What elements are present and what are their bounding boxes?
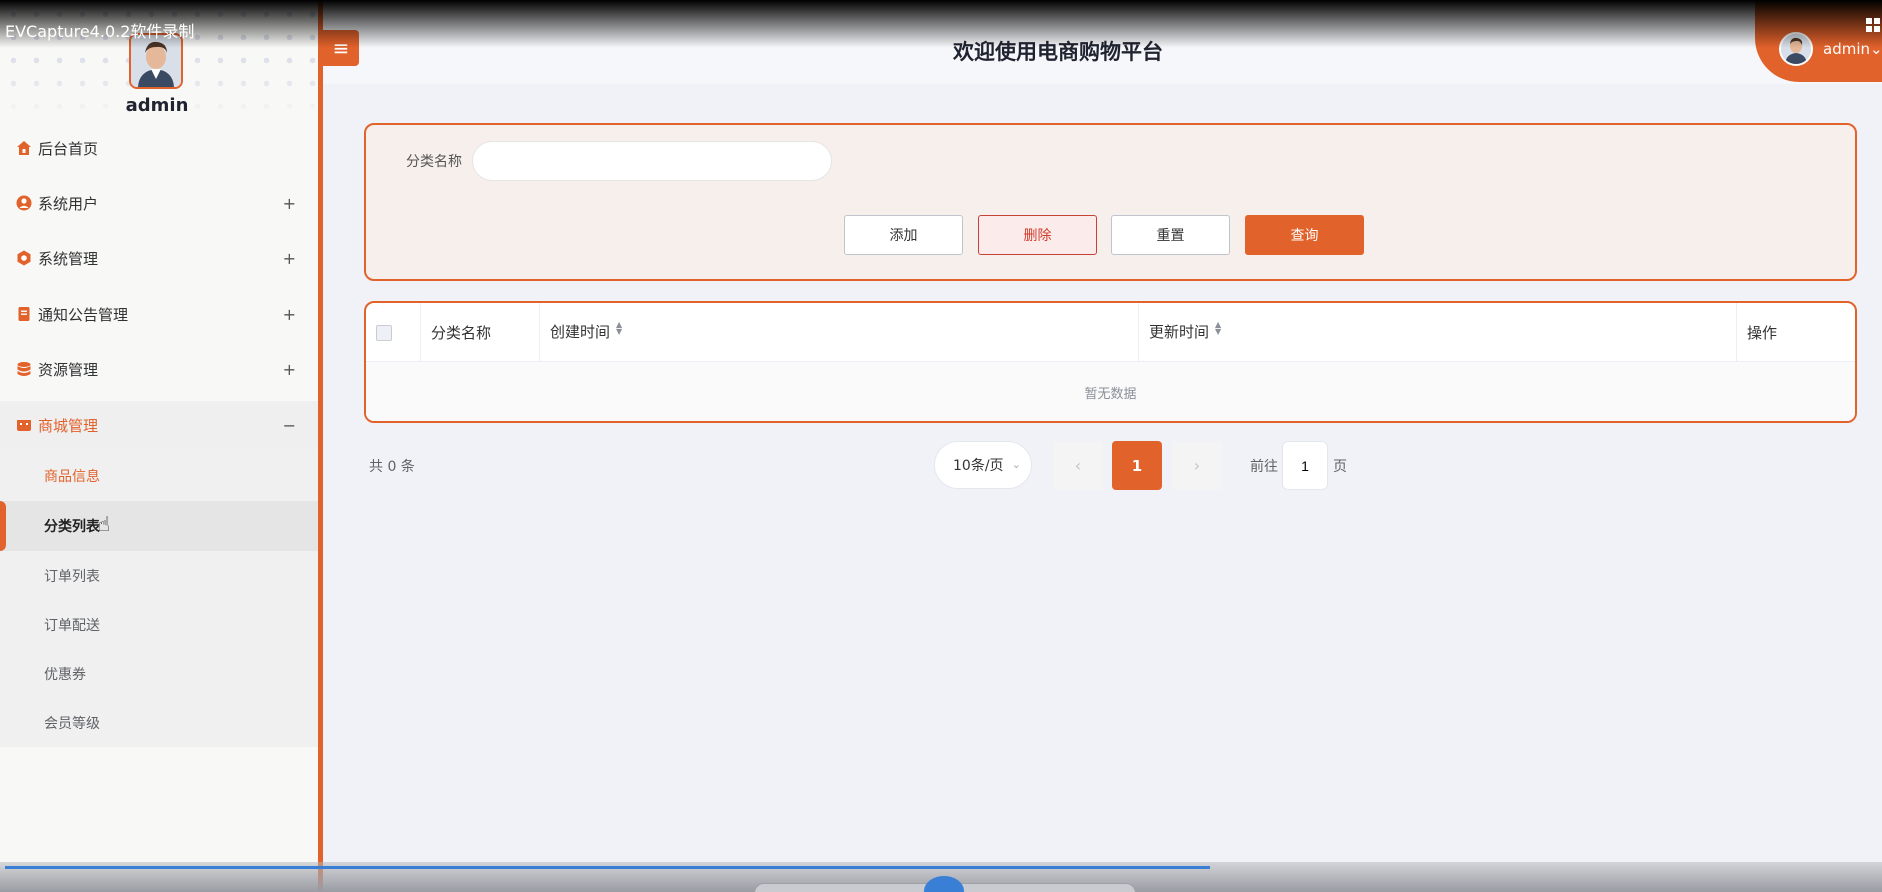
category-table: 分类名称 创建时间 ▲ ▼ 更新时间 ▲ ▼ 操作 暂无数据: [364, 301, 1857, 423]
page-number-button[interactable]: 1: [1112, 441, 1162, 490]
gear-icon: [16, 250, 32, 266]
empty-state: 暂无数据: [366, 362, 1855, 421]
sidebar-item-mall[interactable]: 商城管理 −: [0, 401, 318, 449]
sidebar: admin 后台首页 系统用户 + 系统管理 + 通知公告管理 + 资源管理 +: [0, 0, 318, 892]
chevron-down-icon: ⌄: [1011, 458, 1021, 471]
submenu-item-orders[interactable]: 订单列表: [0, 551, 318, 601]
column-header-category-name: 分类名称: [421, 303, 540, 362]
header-username: admin⌄: [1823, 40, 1882, 58]
delete-button[interactable]: 删除: [978, 215, 1097, 255]
page-size-select[interactable]: 10条/页 ⌄: [934, 441, 1032, 489]
search-panel: 分类名称 添加 删除 重置 查询: [364, 123, 1857, 281]
goto-page-input[interactable]: [1282, 441, 1328, 490]
category-name-input[interactable]: [472, 141, 832, 181]
shop-icon: [16, 417, 32, 433]
submenu-item-delivery[interactable]: 订单配送: [0, 600, 318, 650]
home-icon: [16, 140, 32, 156]
user-menu[interactable]: admin⌄: [1755, 0, 1882, 82]
recorder-menu-icon[interactable]: [1866, 18, 1880, 32]
goto-label: 前往: [1250, 459, 1278, 475]
query-button[interactable]: 查询: [1245, 215, 1364, 255]
submenu-item-member-levels[interactable]: 会员等级: [0, 698, 318, 748]
sidebar-item-resources[interactable]: 资源管理 +: [0, 345, 318, 393]
select-all-checkbox[interactable]: [376, 324, 392, 341]
recorder-title: EVCapture4.0.2软件录制: [5, 22, 195, 41]
submenu-item-products[interactable]: 商品信息: [0, 451, 318, 501]
document-icon: [16, 306, 32, 322]
expand-icon[interactable]: +: [283, 305, 296, 324]
recorder-progress: [5, 866, 1210, 869]
sidebar-username: admin: [125, 95, 189, 116]
submenu-item-coupons[interactable]: 优惠券: [0, 649, 318, 699]
expand-icon[interactable]: +: [283, 249, 296, 268]
total-count: 共 0 条: [369, 459, 415, 475]
select-all-cell: [366, 303, 421, 362]
submenu-item-categories[interactable]: 分类列表: [0, 501, 318, 551]
database-icon: [16, 361, 32, 377]
expand-icon[interactable]: +: [283, 360, 296, 379]
sidebar-divider: [318, 0, 323, 892]
column-header-actions: 操作: [1747, 324, 1778, 342]
mall-submenu: 商品信息 分类列表 订单列表 订单配送 优惠券 会员等级: [0, 449, 318, 747]
collapse-icon[interactable]: −: [283, 416, 296, 435]
next-page-button[interactable]: ›: [1172, 441, 1222, 490]
sort-icon[interactable]: ▲ ▼: [1215, 321, 1221, 336]
expand-icon[interactable]: +: [283, 194, 296, 213]
sidebar-item-notices[interactable]: 通知公告管理 +: [0, 290, 318, 338]
hand-cursor-icon: ☝: [98, 512, 111, 536]
chevron-down-icon: ⌄: [1870, 40, 1882, 58]
sidebar-item-system-users[interactable]: 系统用户 +: [0, 179, 318, 227]
column-header-updated-at[interactable]: 更新时间 ▲ ▼: [1139, 303, 1737, 362]
reset-button[interactable]: 重置: [1111, 215, 1230, 255]
sidebar-item-dashboard[interactable]: 后台首页: [0, 124, 318, 172]
prev-page-button[interactable]: ‹: [1053, 441, 1103, 490]
add-button[interactable]: 添加: [844, 215, 963, 255]
chevron-right-icon: ›: [1193, 456, 1201, 475]
table-header: 分类名称 创建时间 ▲ ▼ 更新时间 ▲ ▼ 操作: [366, 303, 1855, 362]
goto-suffix: 页: [1333, 459, 1347, 475]
category-name-label: 分类名称: [406, 154, 462, 170]
user-icon: [16, 195, 32, 211]
avatar: [1779, 32, 1813, 66]
sort-icon[interactable]: ▲ ▼: [616, 321, 622, 336]
sidebar-item-system-management[interactable]: 系统管理 +: [0, 234, 318, 282]
column-header-created-at[interactable]: 创建时间 ▲ ▼: [540, 303, 1139, 362]
chevron-left-icon: ‹: [1074, 456, 1082, 475]
page-title: 欢迎使用电商购物平台: [953, 40, 1163, 64]
